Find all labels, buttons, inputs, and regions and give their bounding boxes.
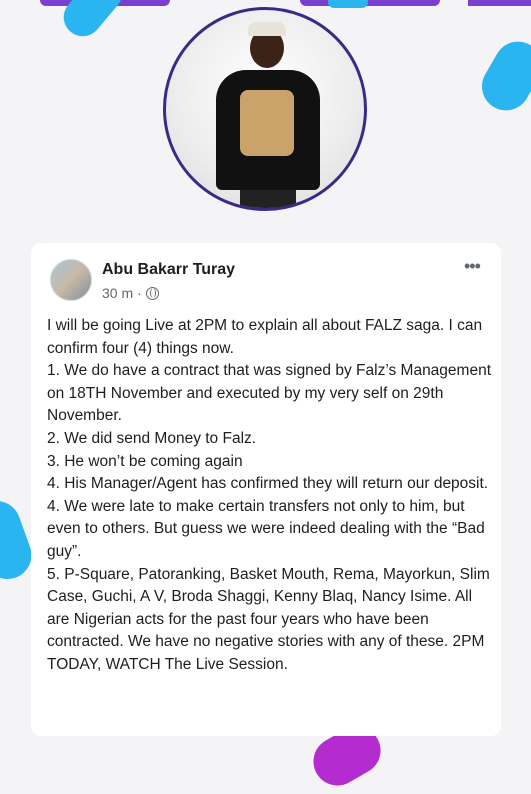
profile-photo bbox=[163, 7, 367, 211]
post-body: I will be going Live at 2PM to explain a… bbox=[47, 315, 492, 677]
photo-figure-cap bbox=[248, 22, 286, 36]
decorative-blob bbox=[473, 32, 531, 120]
post-card: Abu Bakarr Turay 30 m · ••• I will be go… bbox=[31, 243, 501, 736]
globe-icon[interactable] bbox=[145, 286, 159, 300]
post-timestamp[interactable]: 30 m bbox=[102, 285, 133, 301]
post-meta: 30 m · bbox=[102, 285, 159, 301]
meta-separator: · bbox=[137, 285, 142, 301]
decorative-bar bbox=[468, 0, 531, 6]
decorative-blob bbox=[55, 0, 131, 45]
decorative-bar bbox=[300, 0, 440, 6]
decorative-bar bbox=[328, 0, 368, 8]
post-line: I will be going Live at 2PM to explain a… bbox=[47, 317, 483, 357]
more-options-icon[interactable]: ••• bbox=[464, 257, 481, 275]
post-line: 4. We were late to make certain transfer… bbox=[47, 497, 485, 560]
post-line: 2. We did send Money to Falz. bbox=[47, 429, 257, 447]
post-line: 5. P-Square, Patoranking, Basket Mouth, … bbox=[47, 565, 490, 673]
post-line: 3. He won’t be coming again bbox=[47, 452, 243, 470]
author-name[interactable]: Abu Bakarr Turay bbox=[102, 261, 235, 279]
post-line: 1. We do have a contract that was signed… bbox=[47, 362, 492, 425]
post-line: 4. His Manager/Agent has confirmed they … bbox=[47, 475, 489, 493]
photo-shirt-print bbox=[240, 90, 294, 156]
author-avatar[interactable] bbox=[50, 259, 92, 301]
